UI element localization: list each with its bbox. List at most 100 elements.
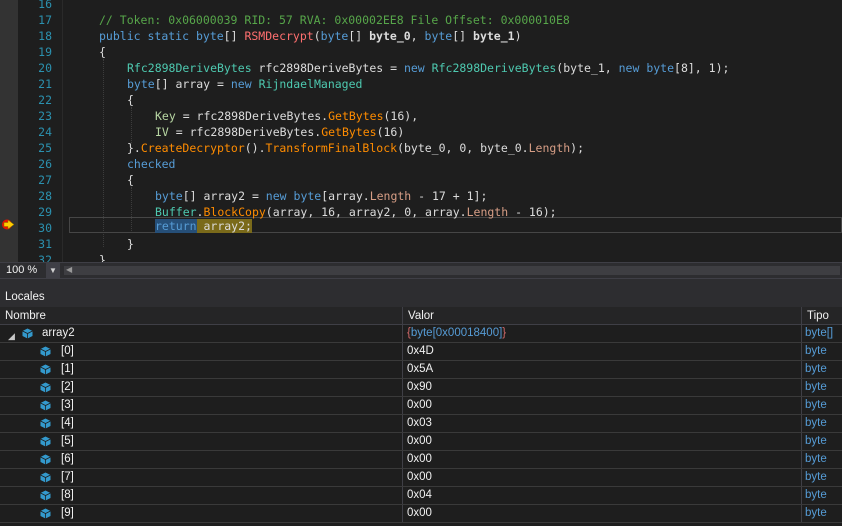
- code-line-19[interactable]: {: [99, 44, 106, 60]
- panel-splitter[interactable]: [0, 279, 842, 287]
- name-cell: [4]: [0, 415, 403, 432]
- parameter: byte_0: [369, 29, 411, 43]
- type-cell: byte: [805, 435, 827, 447]
- value-cell[interactable]: 0x04: [403, 487, 802, 504]
- type-name[interactable]: Rfc2898DeriveBytes: [127, 61, 252, 75]
- property[interactable]: Key: [155, 109, 176, 123]
- method-name[interactable]: BlockCopy: [203, 205, 265, 219]
- column-header-name[interactable]: Nombre: [0, 307, 403, 325]
- table-row[interactable]: [1] 0x5A byte: [0, 361, 842, 379]
- table-row[interactable]: [9] 0x00 byte: [0, 505, 842, 523]
- method-name[interactable]: CreateDecryptor: [141, 141, 245, 155]
- table-row-parent[interactable]: ◢ array2 {byte[0x00018400]} byte[]: [0, 325, 842, 343]
- table-row[interactable]: [5] 0x00 byte: [0, 433, 842, 451]
- text: rfc2898DeriveBytes =: [251, 61, 404, 75]
- line-number: 17: [38, 13, 52, 27]
- element-index: [8]: [61, 489, 74, 501]
- property[interactable]: Length: [370, 189, 412, 203]
- breakpoint-gutter[interactable]: [0, 0, 18, 262]
- field-cube-icon: [40, 508, 51, 519]
- keyword: byte: [127, 77, 155, 91]
- code-line-25[interactable]: }.CreateDecryptor().TransformFinalBlock(…: [127, 140, 584, 156]
- table-row[interactable]: [7] 0x00 byte: [0, 469, 842, 487]
- line-number: 31: [38, 237, 52, 251]
- field-cube-icon: [40, 382, 51, 393]
- table-row[interactable]: [8] 0x04 byte: [0, 487, 842, 505]
- table-row[interactable]: [2] 0x90 byte: [0, 379, 842, 397]
- code-line-17[interactable]: // Token: 0x06000039 RID: 57 RVA: 0x0000…: [99, 12, 570, 28]
- outlining-margin: [62, 0, 63, 262]
- keyword: byte: [155, 189, 183, 203]
- punct: []: [452, 29, 474, 43]
- code-line-31[interactable]: }: [127, 236, 134, 252]
- method-name[interactable]: TransformFinalBlock: [266, 141, 398, 155]
- code-line-30[interactable]: return array2;: [155, 218, 252, 234]
- keyword: static: [147, 29, 190, 43]
- value-cell[interactable]: 0x00: [403, 451, 802, 468]
- table-row[interactable]: [3] 0x00 byte: [0, 397, 842, 415]
- type-cell: byte: [805, 345, 827, 357]
- code-line-22[interactable]: {: [127, 92, 134, 108]
- method-name[interactable]: GetBytes: [328, 109, 383, 123]
- table-row[interactable]: [4] 0x03 byte: [0, 415, 842, 433]
- property[interactable]: IV: [155, 125, 169, 139]
- scroll-left-icon[interactable]: ◀: [66, 265, 72, 274]
- code-line-26[interactable]: checked: [127, 156, 175, 172]
- value-cell[interactable]: 0x03: [403, 415, 802, 432]
- value-cell[interactable]: 0x90: [403, 379, 802, 396]
- code-line-28[interactable]: byte[] array2 = new byte[array.Length - …: [155, 188, 487, 204]
- keyword: new: [265, 189, 287, 203]
- indent-guide: [131, 107, 132, 143]
- column-header-type[interactable]: Tipo: [802, 307, 842, 325]
- code-line-18[interactable]: public static byte[] RSMDecrypt(byte[] b…: [99, 28, 522, 44]
- locals-panel-title[interactable]: Locales: [0, 287, 842, 307]
- value-cell[interactable]: 0x00: [403, 469, 802, 486]
- table-row[interactable]: [6] 0x00 byte: [0, 451, 842, 469]
- property[interactable]: Length: [467, 205, 509, 219]
- value-cell[interactable]: 0x00: [403, 505, 802, 522]
- name-cell: [7]: [0, 469, 403, 486]
- field-cube-icon: [40, 472, 51, 483]
- method-name[interactable]: GetBytes: [321, 125, 376, 139]
- code-editor[interactable]: 16 17 18 19 20 21 22 23 24 25 26 27 28 2…: [0, 0, 842, 262]
- line-number: 22: [38, 93, 52, 107]
- code-line-32[interactable]: }: [99, 252, 106, 262]
- text: = rfc2898DeriveBytes.: [175, 109, 329, 123]
- element-index: [5]: [61, 435, 74, 447]
- zoom-level[interactable]: 100 %: [6, 264, 37, 276]
- text: (byte_0, 0, byte_0.: [397, 141, 529, 155]
- code-line-27[interactable]: {: [127, 172, 134, 188]
- line-number: 16: [38, 0, 52, 11]
- type-name[interactable]: RijndaelManaged: [259, 77, 363, 91]
- punct: ): [514, 29, 522, 43]
- value-cell[interactable]: 0x00: [403, 433, 802, 450]
- variable-name: array2: [42, 327, 75, 339]
- code-line-21[interactable]: byte[] array = new RijndaelManaged: [127, 76, 362, 92]
- text: (16),: [383, 109, 419, 123]
- table-row[interactable]: [0] 0x4D byte: [0, 343, 842, 361]
- column-header-value[interactable]: Valor: [403, 307, 802, 325]
- property[interactable]: Length: [529, 141, 571, 155]
- value-cell[interactable]: 0x00: [403, 397, 802, 414]
- text: [] array2 =: [182, 189, 266, 203]
- type-name[interactable]: Buffer: [155, 205, 197, 219]
- name-cell: [9]: [0, 505, 403, 522]
- line-number: 19: [38, 45, 52, 59]
- element-index: [3]: [61, 399, 74, 411]
- value-cell[interactable]: 0x4D: [403, 343, 802, 360]
- type-name[interactable]: Rfc2898DeriveBytes: [432, 61, 557, 75]
- code-line-24[interactable]: IV = rfc2898DeriveBytes.GetBytes(16): [155, 124, 404, 140]
- locals-grid[interactable]: Nombre Valor Tipo ◢ array2 {byte[0x00018…: [0, 307, 842, 526]
- keyword-selected[interactable]: return: [155, 219, 197, 233]
- method-name[interactable]: RSMDecrypt: [244, 29, 313, 43]
- element-index: [0]: [61, 345, 74, 357]
- chevron-down-icon[interactable]: ▼: [46, 263, 60, 278]
- collapse-triangle-icon[interactable]: ◢: [8, 328, 15, 342]
- value-cell[interactable]: 0x5A: [403, 361, 802, 378]
- type-cell: byte: [805, 399, 827, 411]
- code-line-20[interactable]: Rfc2898DeriveBytes rfc2898DeriveBytes = …: [127, 60, 729, 76]
- horizontal-scrollbar[interactable]: [64, 266, 840, 275]
- value-cell[interactable]: {byte[0x00018400]}: [403, 325, 802, 342]
- code-line-23[interactable]: Key = rfc2898DeriveBytes.GetBytes(16),: [155, 108, 418, 124]
- line-number: 28: [38, 189, 52, 203]
